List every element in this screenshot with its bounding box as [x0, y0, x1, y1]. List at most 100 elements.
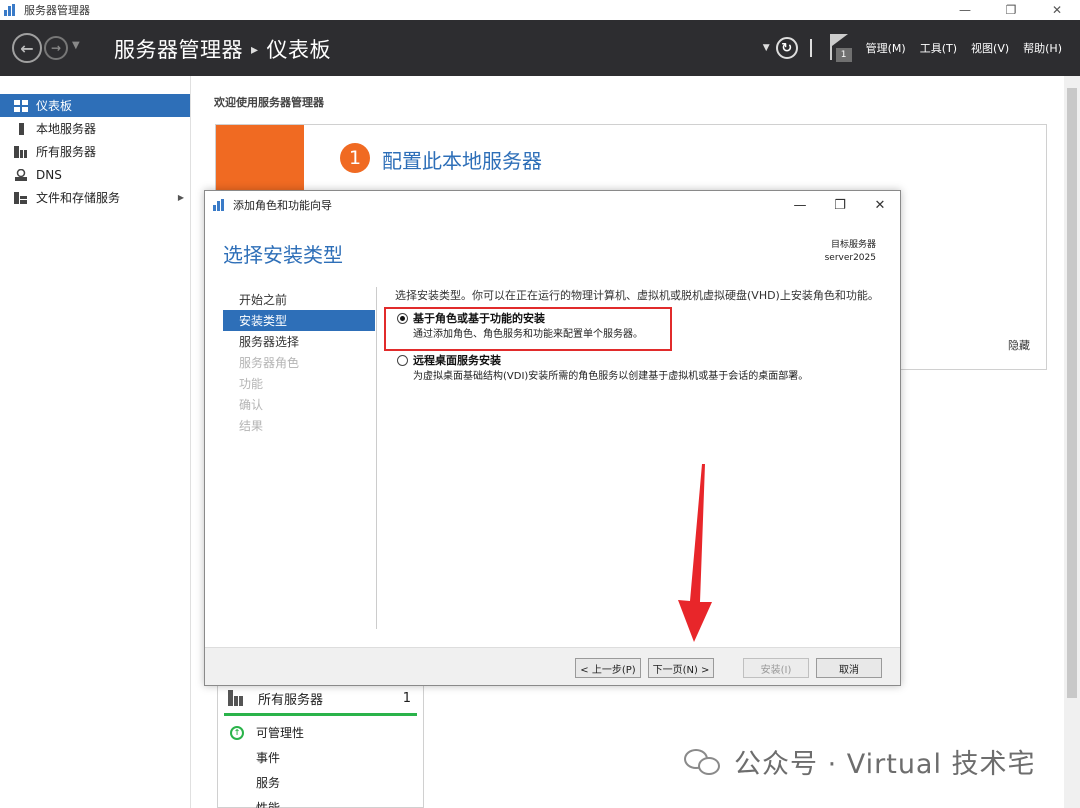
option-title: 远程桌面服务安装	[413, 354, 501, 367]
target-server-value: server2025	[824, 253, 876, 263]
ok-status-icon: ↑	[230, 725, 244, 740]
installation-type-intro: 选择安装类型。你可以在正在运行的物理计算机、虚拟机或脱机虚拟硬盘(VHD)上安装…	[395, 289, 879, 302]
install-button: 安装(I)	[743, 658, 809, 678]
toolbar-divider	[809, 39, 812, 57]
option-remote-desktop[interactable]: 远程桌面服务安装 为虚拟桌面基础结构(VDI)安装所需的角色服务以创建基于虚拟机…	[395, 353, 885, 385]
target-server-label: 目标服务器	[830, 240, 876, 250]
add-roles-wizard-dialog: 添加角色和功能向导 — ❐ ✕ 选择安装类型 目标服务器 server2025 …	[204, 190, 901, 686]
remote-desktop-radio[interactable]	[397, 355, 408, 366]
sidebar-item-all-servers[interactable]: 所有服务器	[0, 140, 190, 163]
dialog-controls: — ❐ ✕	[780, 191, 900, 219]
red-arrow-annotation	[678, 464, 712, 642]
app-header: ← → ▼ 服务器管理器 ▸ 仪表板 ▼ ↻ 1 管理(M) 工具(T) 视图(V)…	[0, 20, 1080, 76]
server-manager-app-icon	[4, 4, 18, 16]
tile-row-events[interactable]: 事件	[218, 745, 423, 770]
sidebar-item-dns[interactable]: DNS	[0, 163, 190, 186]
dns-icon	[14, 168, 28, 181]
breadcrumb: 服务器管理器 ▸ 仪表板	[114, 34, 331, 64]
breadcrumb-separator: ▸	[251, 42, 259, 58]
wizard-divider	[376, 287, 377, 629]
red-highlight-box	[384, 307, 672, 351]
welcome-heading: 欢迎使用服务器管理器	[214, 96, 324, 109]
dialog-title: 添加角色和功能向导	[233, 199, 332, 212]
sidebar-item-label: DNS	[36, 167, 62, 182]
sidebar-item-file-storage[interactable]: 文件和存储服务 ▶	[0, 186, 190, 209]
wizard-step-server-roles: 服务器角色	[239, 356, 300, 370]
row-label: 事件	[256, 751, 281, 765]
watermark: 公众号 · Virtual 技术宅	[684, 742, 1036, 781]
server-count: 1	[402, 690, 411, 706]
menu-help[interactable]: 帮助(H)	[1023, 40, 1062, 56]
sidebar-item-local-server[interactable]: 本地服务器	[0, 117, 190, 140]
watermark-text: 公众号 · Virtual 技术宅	[734, 749, 1036, 780]
notification-count-badge: 1	[835, 48, 852, 62]
wizard-app-icon	[213, 199, 227, 211]
row-label: 可管理性	[256, 726, 305, 740]
scrollbar-thumb[interactable]	[1067, 88, 1077, 698]
server-icon	[14, 122, 28, 135]
refresh-dropdown-icon[interactable]: ▼	[763, 43, 770, 53]
close-button[interactable]: ✕	[1034, 0, 1080, 20]
next-button[interactable]: 下一页(N) >	[648, 658, 714, 678]
wizard-step-features: 功能	[239, 377, 264, 391]
dashboard-icon	[14, 99, 28, 112]
wizard-footer: < 上一步(P) 下一页(N) > 安装(I) 取消	[205, 647, 900, 685]
step-number-badge: 1	[340, 143, 370, 173]
menu-manage[interactable]: 管理(M)	[866, 40, 906, 56]
breadcrumb-app: 服务器管理器	[114, 38, 243, 62]
sidebar-item-label: 所有服务器	[36, 145, 97, 159]
target-server-info: 目标服务器 server2025	[825, 239, 876, 265]
refresh-icon[interactable]: ↻	[775, 37, 798, 59]
window-title: 服务器管理器	[24, 4, 90, 17]
chevron-right-icon[interactable]: ▶	[178, 193, 184, 202]
dialog-minimize-button[interactable]: —	[780, 191, 820, 219]
arrow-left-icon: ←	[20, 38, 34, 58]
tile-row-services[interactable]: 服务	[218, 770, 423, 795]
notification-flag-icon[interactable]: 1	[828, 34, 852, 62]
tile-row-manageability[interactable]: ↑ 可管理性	[218, 720, 423, 745]
tile-header[interactable]: 所有服务器 1	[218, 683, 423, 713]
row-label: 服务	[256, 776, 281, 790]
header-toolbar: ▼ ↻ 1 管理(M) 工具(T) 视图(V) 帮助(H)	[763, 20, 1080, 76]
wizard-nav: 开始之前 安装类型 服务器选择 服务器角色 功能 确认 结果	[223, 289, 375, 436]
previous-button[interactable]: < 上一步(P)	[575, 658, 641, 678]
dialog-maximize-button[interactable]: ❐	[820, 191, 860, 219]
history-dropdown-icon[interactable]: ▼	[72, 40, 80, 51]
back-button[interactable]: ←	[12, 33, 42, 63]
tile-title: 所有服务器	[258, 692, 324, 708]
configure-local-server-link[interactable]: 配置此本地服务器	[382, 145, 542, 174]
servers-icon	[14, 145, 28, 158]
dialog-close-button[interactable]: ✕	[860, 191, 900, 219]
tile-row-performance[interactable]: 性能	[218, 795, 423, 808]
sidebar-item-dashboard[interactable]: 仪表板	[0, 94, 190, 117]
wechat-icon	[684, 747, 724, 777]
arrow-right-icon: →	[50, 41, 62, 55]
wizard-step-server-selection[interactable]: 服务器选择	[223, 331, 375, 352]
minimize-button[interactable]: —	[942, 0, 988, 20]
sidebar: 仪表板 本地服务器 所有服务器 DNS 文件和存储服务 ▶	[0, 76, 191, 808]
all-servers-tile: 所有服务器 1 ↑ 可管理性 事件 服务 性能	[217, 682, 424, 808]
wizard-step-before-you-begin[interactable]: 开始之前	[223, 289, 375, 310]
restore-button[interactable]: ❐	[988, 0, 1034, 20]
sidebar-item-label: 本地服务器	[36, 122, 97, 136]
wizard-step-installation-type[interactable]: 安装类型	[223, 310, 375, 331]
menu-tools[interactable]: 工具(T)	[920, 40, 957, 56]
dialog-titlebar: 添加角色和功能向导 — ❐ ✕	[205, 191, 900, 219]
forward-button[interactable]: →	[44, 36, 68, 60]
window-controls: — ❐ ✕	[942, 0, 1080, 20]
sidebar-item-label: 仪表板	[36, 99, 73, 113]
servers-icon	[228, 690, 244, 706]
wizard-heading: 选择安装类型	[223, 243, 343, 267]
status-bar	[224, 713, 417, 716]
wizard-step-confirmation: 确认	[239, 398, 264, 412]
storage-icon	[14, 191, 28, 204]
breadcrumb-page: 仪表板	[266, 38, 332, 62]
hide-link[interactable]: 隐藏	[1008, 337, 1030, 353]
menu-view[interactable]: 视图(V)	[971, 40, 1009, 56]
window-titlebar: 服务器管理器 — ❐ ✕	[0, 0, 1080, 20]
main-scrollbar[interactable]	[1064, 76, 1080, 808]
cancel-button[interactable]: 取消	[816, 658, 882, 678]
option-description: 为虚拟桌面基础结构(VDI)安装所需的角色服务以创建基于虚拟机或基于会话的桌面部…	[413, 371, 809, 382]
wizard-step-results: 结果	[239, 419, 264, 433]
row-label: 性能	[256, 801, 281, 808]
